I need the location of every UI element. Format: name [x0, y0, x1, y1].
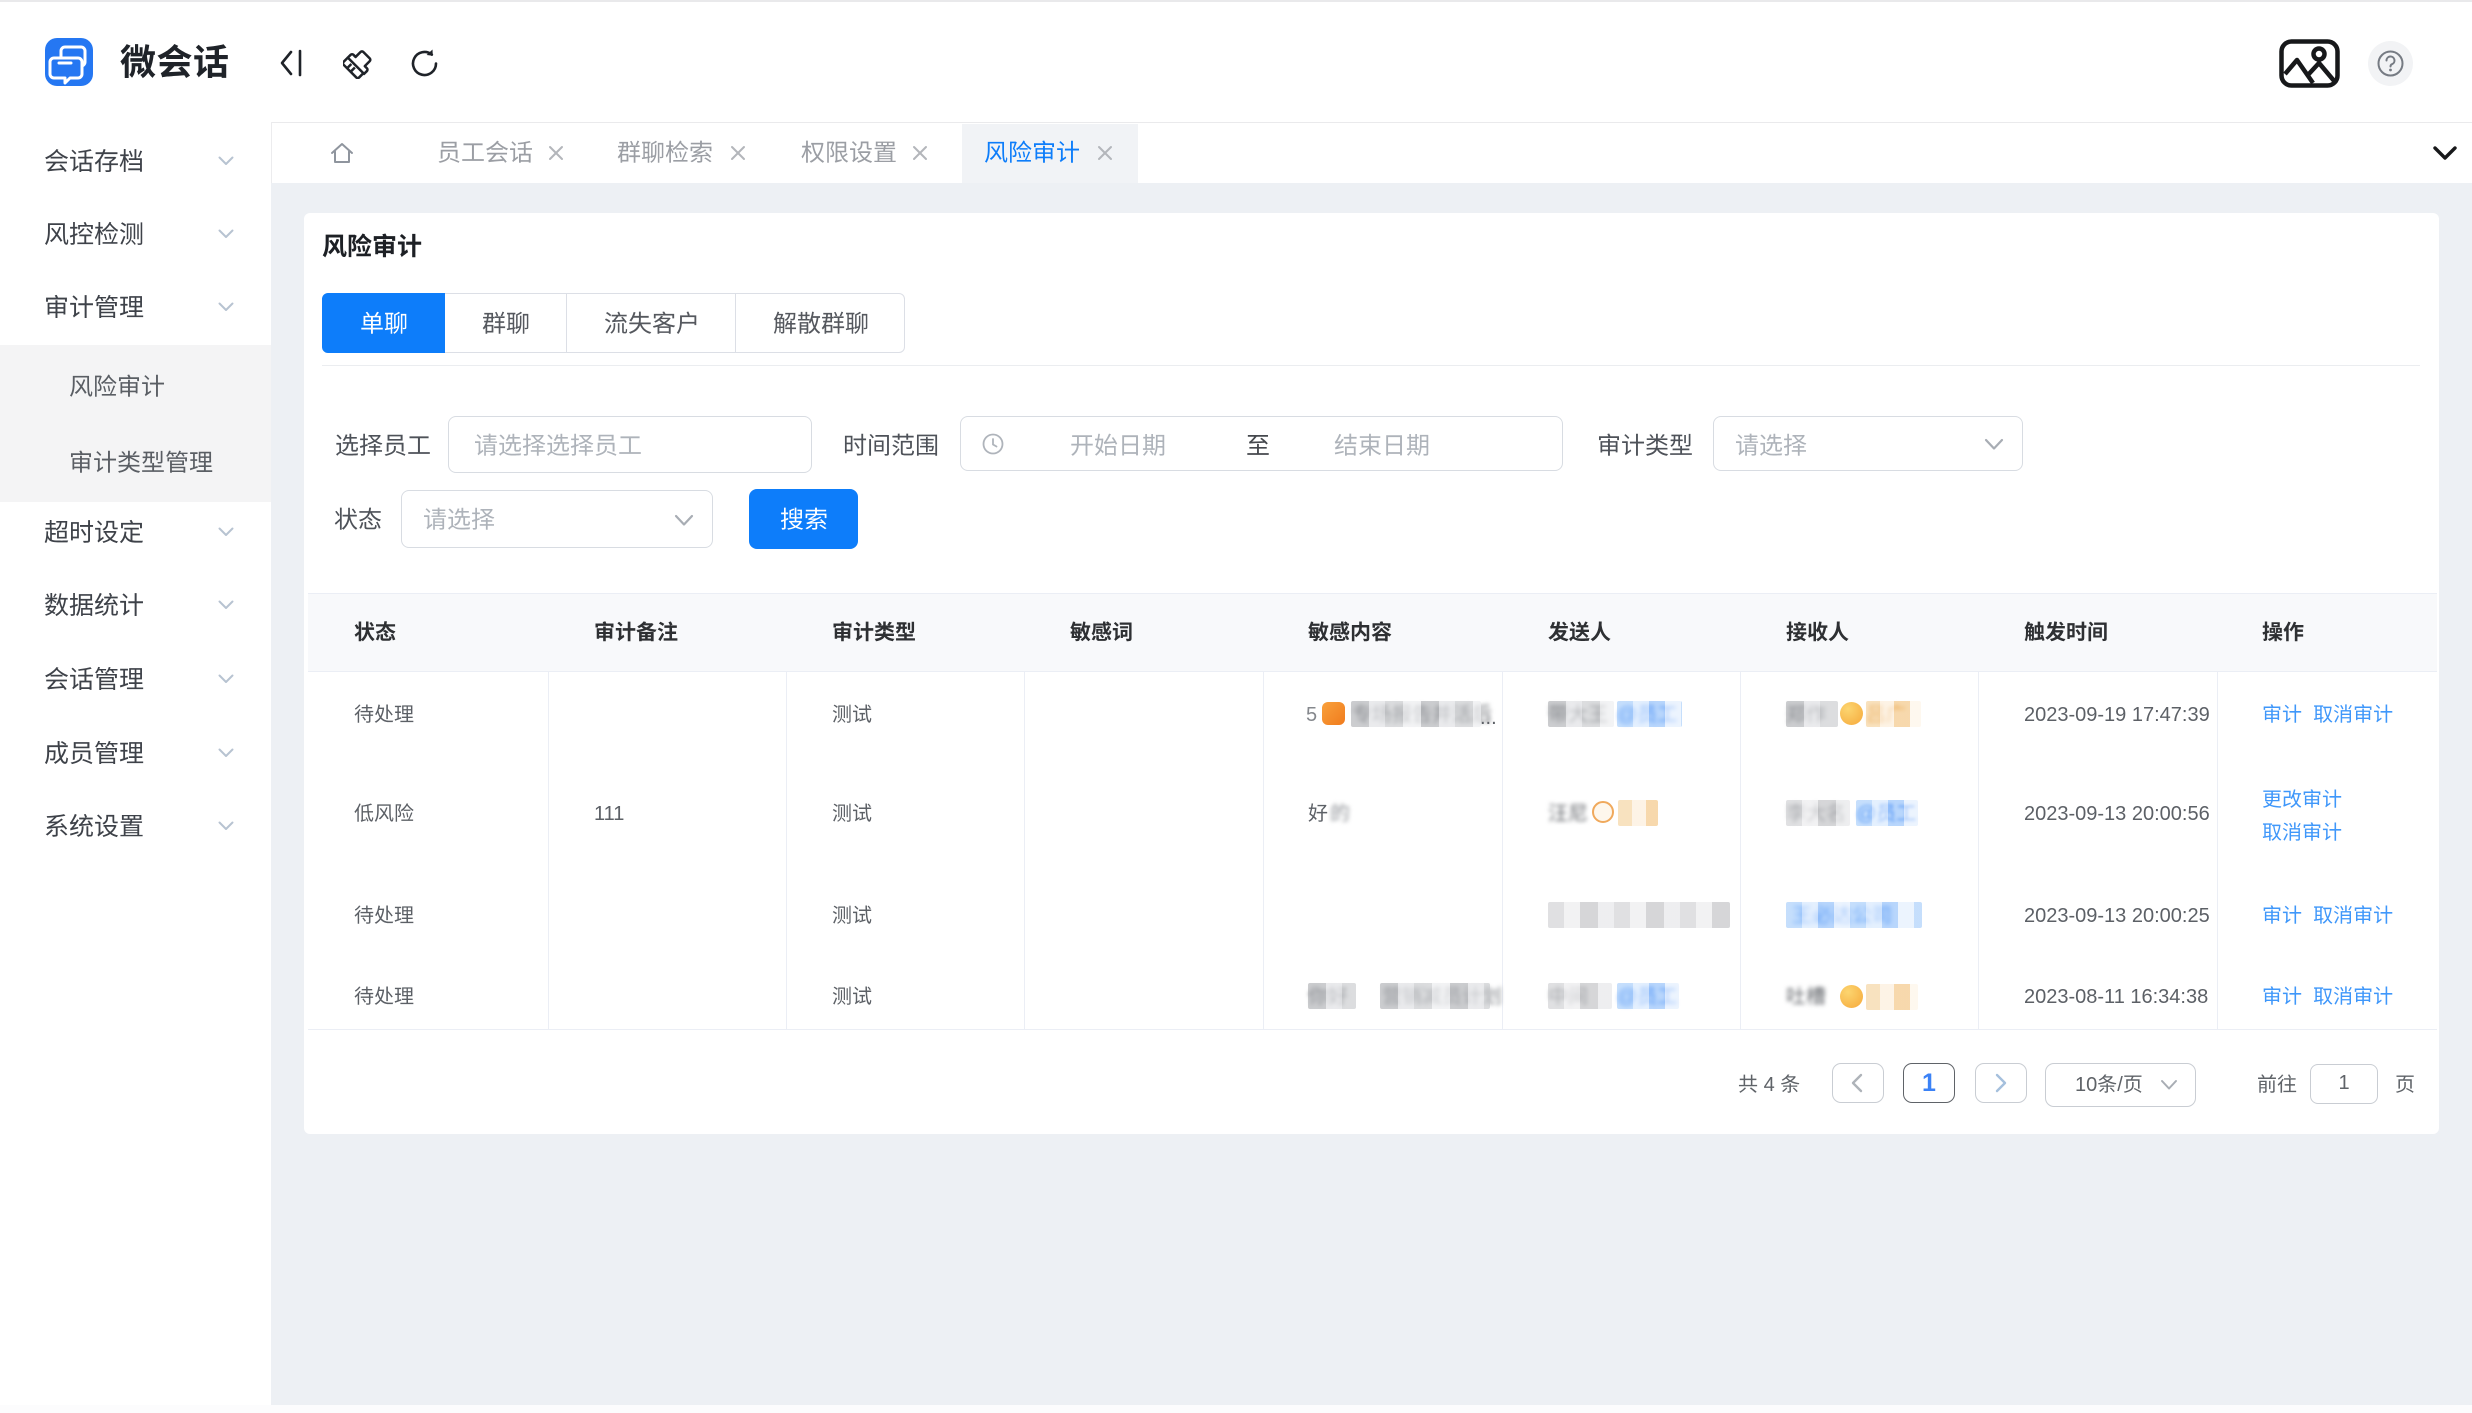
svg-text:2023-09-19 17:47:39: 2023-09-19 17:47:39: [2024, 704, 2210, 726]
svg-text:4: 4: [1764, 1074, 1775, 1096]
svg-text:2023-09-13 20:00:56: 2023-09-13 20:00:56: [2024, 803, 2210, 825]
svg-text:/: /: [2117, 1074, 2123, 1096]
svg-text:...: ...: [1480, 707, 1497, 729]
svg-text:2023-08-11 16:34:38: 2023-08-11 16:34:38: [2024, 986, 2208, 1008]
svg-text:111: 111: [594, 803, 624, 825]
svg-text:10: 10: [2075, 1074, 2097, 1096]
svg-text:2023-09-13 20:00:25: 2023-09-13 20:00:25: [2024, 905, 2210, 927]
svg-text:5: 5: [1306, 704, 1317, 726]
